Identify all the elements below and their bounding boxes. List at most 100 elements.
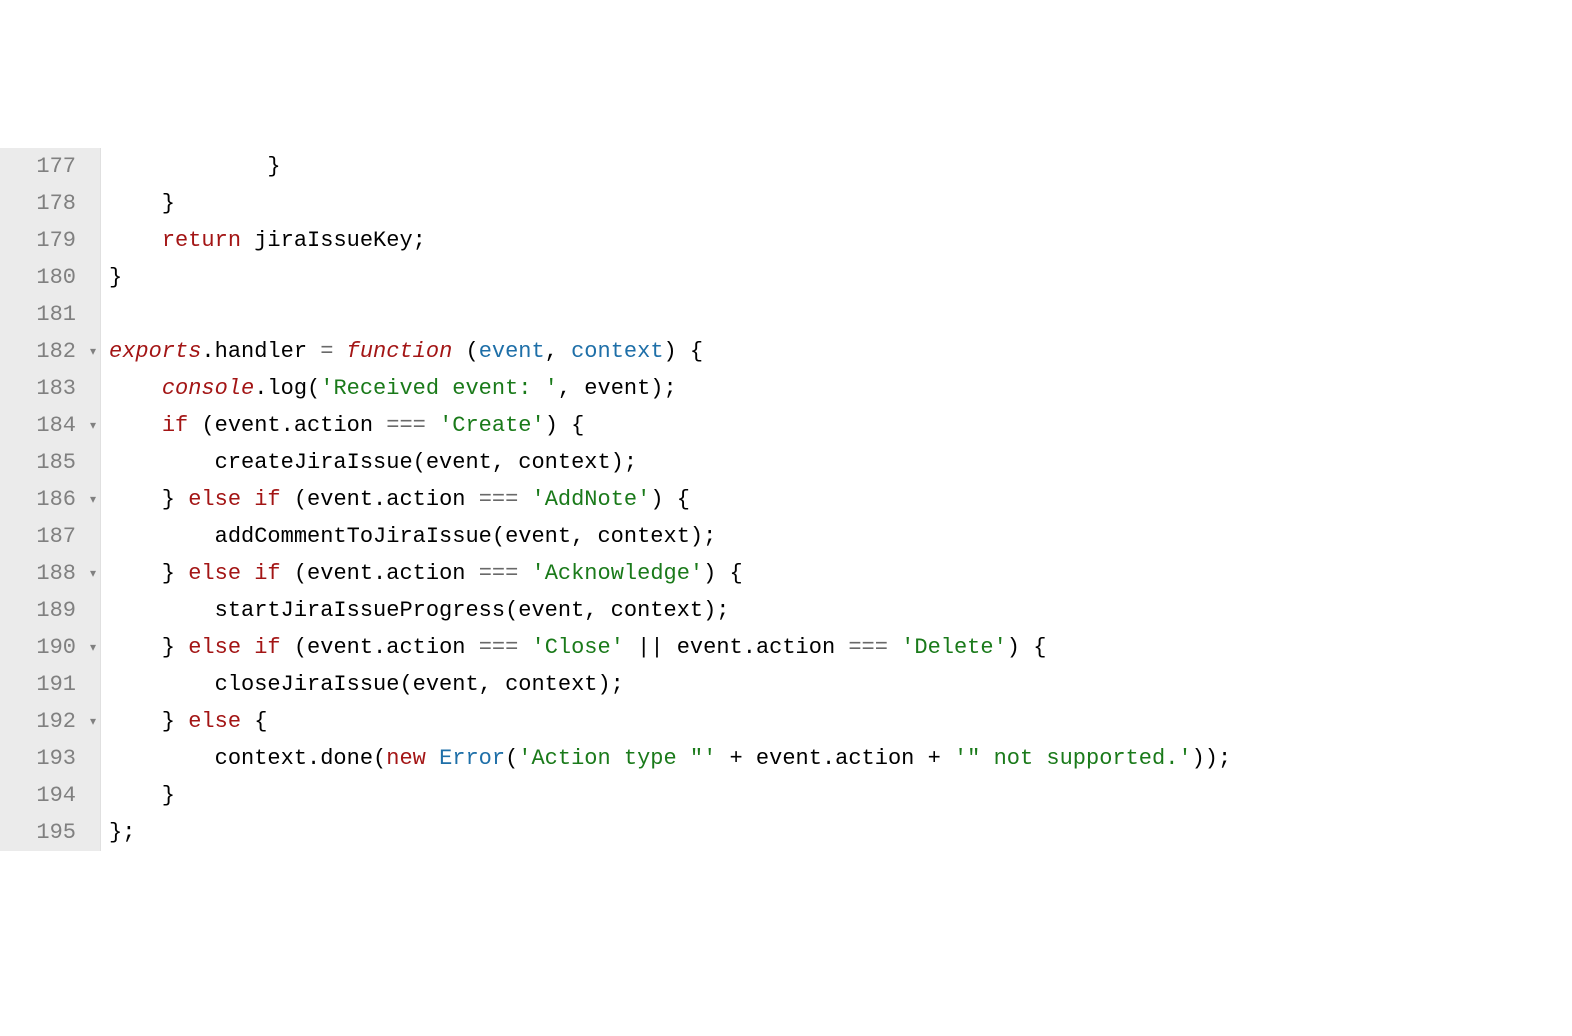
- line-number-gutter[interactable]: 181: [0, 296, 101, 333]
- line-number: 178: [36, 191, 76, 216]
- line-number-gutter[interactable]: 177: [0, 148, 101, 185]
- code-token: [518, 561, 531, 586]
- code-token: + event.action +: [716, 746, 954, 771]
- code-token: createJiraIssue(event, context);: [109, 450, 637, 475]
- code-content[interactable]: context.done(new Error('Action type "' +…: [101, 740, 1231, 777]
- line-number-gutter[interactable]: 192▾: [0, 703, 101, 740]
- code-content[interactable]: }: [101, 777, 175, 814]
- code-line[interactable]: 192▾ } else {: [0, 703, 1572, 740]
- code-line[interactable]: 177 }: [0, 148, 1572, 185]
- line-number-gutter[interactable]: 187: [0, 518, 101, 555]
- code-line[interactable]: 183 console.log('Received event: ', even…: [0, 370, 1572, 407]
- code-content[interactable]: } else if (event.action === 'Acknowledge…: [101, 555, 743, 592]
- code-line[interactable]: 184▾ if (event.action === 'Create') {: [0, 407, 1572, 444]
- code-content[interactable]: exports.handler = function (event, conte…: [101, 333, 703, 370]
- fold-toggle-icon[interactable]: ▾: [90, 346, 96, 358]
- code-token: }: [109, 635, 188, 660]
- code-content[interactable]: }: [101, 259, 122, 296]
- code-line[interactable]: 179 return jiraIssueKey;: [0, 222, 1572, 259]
- code-content[interactable]: } else if (event.action === 'Close' || e…: [101, 629, 1046, 666]
- code-token: (: [505, 746, 518, 771]
- code-token: ===: [479, 561, 519, 586]
- code-content[interactable]: if (event.action === 'Create') {: [101, 407, 584, 444]
- code-token: addCommentToJiraIssue(event, context);: [109, 524, 716, 549]
- code-token: console: [162, 376, 254, 401]
- code-token: ));: [1192, 746, 1232, 771]
- code-token: [109, 228, 162, 253]
- code-content[interactable]: } else if (event.action === 'AddNote') {: [101, 481, 690, 518]
- line-number-gutter[interactable]: 186▾: [0, 481, 101, 518]
- code-line[interactable]: 188▾ } else if (event.action === 'Acknow…: [0, 555, 1572, 592]
- code-token: [109, 413, 162, 438]
- code-token: '" not supported.': [954, 746, 1192, 771]
- code-token: [241, 487, 254, 512]
- code-token: }: [109, 154, 281, 179]
- line-number: 193: [36, 746, 76, 771]
- line-number-gutter[interactable]: 189: [0, 592, 101, 629]
- line-number: 181: [36, 302, 76, 327]
- fold-toggle-icon[interactable]: ▾: [90, 420, 96, 432]
- code-token: if: [162, 413, 188, 438]
- code-line[interactable]: 178 }: [0, 185, 1572, 222]
- line-number-gutter[interactable]: 180: [0, 259, 101, 296]
- code-line[interactable]: 186▾ } else if (event.action === 'AddNot…: [0, 481, 1572, 518]
- line-number-gutter[interactable]: 193: [0, 740, 101, 777]
- code-line[interactable]: 181: [0, 296, 1572, 333]
- code-content[interactable]: } else {: [101, 703, 267, 740]
- code-line[interactable]: 195};: [0, 814, 1572, 851]
- line-number: 177: [36, 154, 76, 179]
- fold-toggle-icon[interactable]: ▾: [90, 642, 96, 654]
- fold-toggle-icon[interactable]: ▾: [90, 716, 96, 728]
- code-content[interactable]: }: [101, 148, 281, 185]
- code-editor[interactable]: 177 }178 }179 return jiraIssueKey;180}18…: [0, 148, 1572, 851]
- code-content[interactable]: };: [101, 814, 135, 851]
- line-number-gutter[interactable]: 183: [0, 370, 101, 407]
- line-number-gutter[interactable]: 179: [0, 222, 101, 259]
- fold-toggle-icon[interactable]: ▾: [90, 494, 96, 506]
- code-content[interactable]: addCommentToJiraIssue(event, context);: [101, 518, 716, 555]
- code-token: 'Create': [439, 413, 545, 438]
- code-line[interactable]: 187 addCommentToJiraIssue(event, context…: [0, 518, 1572, 555]
- fold-toggle-icon[interactable]: ▾: [90, 568, 96, 580]
- line-number-gutter[interactable]: 195: [0, 814, 101, 851]
- line-number-gutter[interactable]: 188▾: [0, 555, 101, 592]
- code-line[interactable]: 189 startJiraIssueProgress(event, contex…: [0, 592, 1572, 629]
- code-token: .handler: [201, 339, 320, 364]
- line-number-gutter[interactable]: 184▾: [0, 407, 101, 444]
- code-token: };: [109, 820, 135, 845]
- code-content[interactable]: console.log('Received event: ', event);: [101, 370, 677, 407]
- code-token: context: [571, 339, 663, 364]
- line-number: 190: [36, 635, 76, 660]
- code-token: else: [188, 487, 241, 512]
- code-token: ) {: [703, 561, 743, 586]
- code-token: if: [254, 561, 280, 586]
- line-number-gutter[interactable]: 178: [0, 185, 101, 222]
- line-number-gutter[interactable]: 194: [0, 777, 101, 814]
- code-line[interactable]: 182▾exports.handler = function (event, c…: [0, 333, 1572, 370]
- line-number-gutter[interactable]: 182▾: [0, 333, 101, 370]
- line-number: 179: [36, 228, 76, 253]
- line-number-gutter[interactable]: 190 ▾: [0, 629, 101, 666]
- line-number-gutter[interactable]: 191: [0, 666, 101, 703]
- code-content[interactable]: }: [101, 185, 175, 222]
- code-content[interactable]: createJiraIssue(event, context);: [101, 444, 637, 481]
- code-token: event: [479, 339, 545, 364]
- code-token: ) {: [545, 413, 585, 438]
- code-line[interactable]: 193 context.done(new Error('Action type …: [0, 740, 1572, 777]
- code-token: context.done(: [109, 746, 386, 771]
- line-number: 195: [36, 820, 76, 845]
- code-line[interactable]: 185 createJiraIssue(event, context);: [0, 444, 1572, 481]
- code-content[interactable]: return jiraIssueKey;: [101, 222, 426, 259]
- code-token: [241, 561, 254, 586]
- code-token: }: [109, 783, 175, 808]
- code-line[interactable]: 190 ▾ } else if (event.action === 'Close'…: [0, 629, 1572, 666]
- code-line[interactable]: 180}: [0, 259, 1572, 296]
- code-content[interactable]: startJiraIssueProgress(event, context);: [101, 592, 730, 629]
- code-token: }: [109, 487, 188, 512]
- code-line[interactable]: 191 closeJiraIssue(event, context);: [0, 666, 1572, 703]
- code-content[interactable]: closeJiraIssue(event, context);: [101, 666, 624, 703]
- code-token: .log(: [254, 376, 320, 401]
- line-number-gutter[interactable]: 185: [0, 444, 101, 481]
- code-token: [518, 635, 531, 660]
- code-line[interactable]: 194 }: [0, 777, 1572, 814]
